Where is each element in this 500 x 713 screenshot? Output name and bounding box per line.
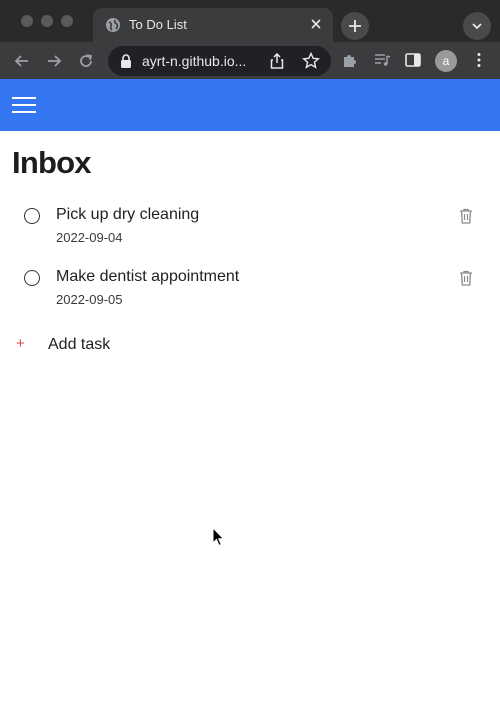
page-title: Inbox	[12, 145, 91, 180]
hamburger-menu-icon[interactable]	[12, 97, 36, 113]
mouse-pointer-icon	[212, 527, 225, 547]
lock-icon	[121, 54, 131, 68]
tab-title: To Do List	[129, 17, 187, 32]
minimize-window-button[interactable]	[41, 15, 53, 27]
address-url: ayrt-n.github.io...	[142, 53, 247, 69]
task-date: 2022-09-04	[56, 230, 123, 245]
app-header	[0, 79, 500, 131]
browser-toolbar: ayrt-n.github.io... a	[0, 42, 500, 79]
globe-icon	[106, 18, 120, 32]
more-menu-icon[interactable]	[470, 51, 488, 69]
task-date: 2022-09-05	[56, 292, 123, 307]
bookmark-star-icon[interactable]	[302, 52, 320, 70]
browser-tab[interactable]: To Do List	[93, 8, 333, 42]
extensions-puzzle-icon[interactable]	[341, 51, 359, 69]
trash-icon[interactable]	[459, 208, 473, 224]
reload-icon[interactable]	[75, 50, 97, 72]
close-tab-icon[interactable]	[307, 15, 325, 33]
task-item: Make dentist appointment 2022-09-05	[0, 261, 500, 317]
task-title: Make dentist appointment	[56, 268, 240, 285]
media-queue-icon[interactable]	[373, 51, 391, 69]
address-bar[interactable]: ayrt-n.github.io...	[108, 46, 331, 76]
task-item: Pick up dry cleaning 2022-09-04	[0, 199, 500, 255]
complete-task-checkbox[interactable]	[24, 270, 40, 286]
plus-icon: +	[16, 335, 25, 352]
back-arrow-icon[interactable]	[11, 50, 33, 72]
new-tab-button[interactable]	[341, 12, 369, 40]
maximize-window-button[interactable]	[61, 15, 73, 27]
complete-task-checkbox[interactable]	[24, 208, 40, 224]
add-task-label: Add task	[48, 336, 111, 353]
task-title: Pick up dry cleaning	[56, 206, 200, 223]
browser-tab-bar: To Do List	[0, 0, 500, 42]
chevron-down-icon[interactable]	[463, 12, 491, 40]
close-window-button[interactable]	[21, 15, 33, 27]
share-icon[interactable]	[269, 53, 285, 69]
avatar[interactable]: a	[435, 50, 457, 72]
trash-icon[interactable]	[459, 270, 473, 286]
forward-arrow-icon[interactable]	[43, 50, 65, 72]
add-task-button[interactable]: + Add task	[0, 334, 200, 358]
side-panel-icon[interactable]	[404, 51, 422, 69]
